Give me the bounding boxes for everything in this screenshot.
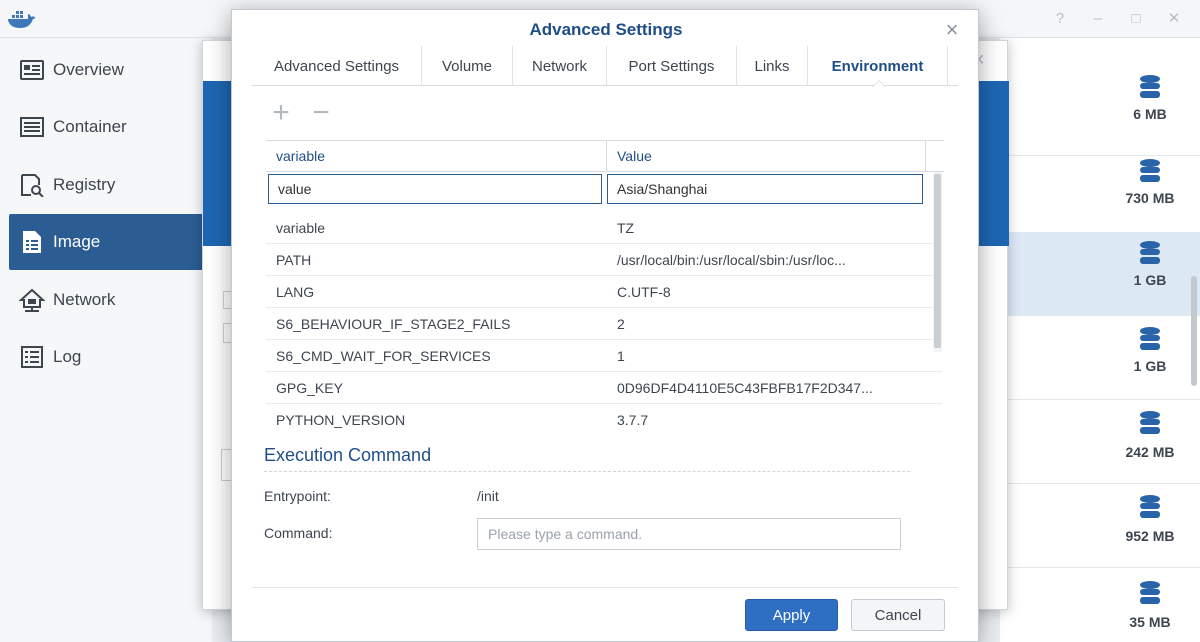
- network-icon: [19, 288, 45, 312]
- sidebar-item-label: Registry: [53, 175, 116, 194]
- cancel-button[interactable]: Cancel: [851, 599, 945, 631]
- image-size: 1 GB: [1133, 358, 1167, 374]
- sidebar-item-label: Container: [53, 117, 127, 136]
- variable-cell: PATH: [276, 252, 312, 268]
- list-item[interactable]: 35 MB: [1000, 568, 1200, 642]
- log-icon: [19, 345, 45, 369]
- list-item[interactable]: 1 GB: [1000, 316, 1200, 400]
- variable-input[interactable]: [268, 174, 602, 204]
- tab-port-settings[interactable]: Port Settings: [607, 46, 737, 86]
- grid-scrollbar[interactable]: [933, 172, 942, 352]
- variable-cell: S6_CMD_WAIT_FOR_SERVICES: [276, 348, 491, 364]
- execution-command-heading: Execution Command: [264, 445, 432, 465]
- database-icon: [1137, 158, 1163, 186]
- table-row[interactable]: LANG C.UTF-8: [266, 276, 942, 308]
- sidebar-item-label: Network: [53, 290, 116, 309]
- sidebar-item-label: Image: [53, 232, 101, 251]
- command-label: Command:: [264, 525, 333, 541]
- remove-icon[interactable]: −: [306, 98, 336, 128]
- sidebar-item-label: Log: [53, 347, 82, 366]
- sidebar-item-network[interactable]: Network: [9, 272, 212, 328]
- table-row[interactable]: GPG_KEY 0D96DF4D4110E5C43FBFB17F2D347...: [266, 372, 942, 404]
- database-icon: [1137, 494, 1163, 522]
- variable-cell: LANG: [276, 284, 315, 300]
- maximize-icon[interactable]: □: [1124, 8, 1148, 28]
- column-header-value[interactable]: Value: [606, 141, 926, 171]
- tab-links[interactable]: Links: [737, 46, 808, 86]
- value-cell: 2: [617, 316, 625, 332]
- database-icon: [1137, 580, 1163, 608]
- image-list: 6 MB 730 MB 1 GB 1 GB 242 MB 952 MB 35 M…: [1000, 38, 1200, 642]
- image-size: 730 MB: [1125, 190, 1175, 206]
- variable-cell: GPG_KEY: [276, 380, 343, 396]
- database-icon: [1137, 240, 1163, 268]
- active-tab-indicator: [872, 80, 886, 87]
- table-row[interactable]: S6_CMD_WAIT_FOR_SERVICES 1: [266, 340, 942, 372]
- database-icon: [1137, 326, 1163, 354]
- value-cell: 1: [617, 348, 625, 364]
- image-size: 6 MB: [1133, 106, 1167, 122]
- help-icon[interactable]: ?: [1048, 8, 1072, 28]
- list-item[interactable]: 6 MB: [1000, 72, 1200, 156]
- tab-network[interactable]: Network: [513, 46, 607, 86]
- section-divider: [264, 471, 910, 472]
- environment-grid: variable Value variable TZ PATH /usr/loc…: [266, 140, 944, 428]
- list-item[interactable]: 952 MB: [1000, 484, 1200, 568]
- table-row[interactable]: PYTHON_VERSION 3.7.7: [266, 404, 942, 428]
- list-item[interactable]: 730 MB: [1000, 156, 1200, 240]
- database-icon: [1137, 410, 1163, 438]
- advanced-settings-dialog: Advanced Settings × Advanced Settings Vo…: [231, 9, 979, 642]
- scrollbar-thumb[interactable]: [934, 174, 941, 348]
- apply-button[interactable]: Apply: [745, 599, 838, 631]
- command-input[interactable]: [477, 518, 901, 550]
- container-icon: [19, 115, 45, 139]
- table-row[interactable]: PATH /usr/local/bin:/usr/local/sbin:/usr…: [266, 244, 942, 276]
- sidebar-item-registry[interactable]: Registry: [9, 157, 212, 213]
- value-input[interactable]: [607, 174, 923, 204]
- tab-advanced-settings[interactable]: Advanced Settings: [252, 46, 422, 86]
- minimize-icon[interactable]: –: [1086, 8, 1110, 28]
- value-cell: /usr/local/bin:/usr/local/sbin:/usr/loc.…: [617, 252, 846, 268]
- sidebar-item-overview[interactable]: Overview: [9, 42, 212, 98]
- window-close-icon[interactable]: ✕: [1162, 8, 1186, 28]
- list-item[interactable]: 1 GB: [1000, 232, 1200, 316]
- grid-header: variable Value: [266, 140, 944, 172]
- image-size: 242 MB: [1125, 444, 1175, 460]
- table-row[interactable]: variable TZ: [266, 212, 942, 244]
- table-row[interactable]: S6_BEHAVIOUR_IF_STAGE2_FAILS 2: [266, 308, 942, 340]
- image-icon: [19, 230, 45, 254]
- image-size: 952 MB: [1125, 528, 1175, 544]
- image-size: 1 GB: [1133, 272, 1167, 288]
- docker-logo-icon: [6, 8, 36, 30]
- sidebar-item-container[interactable]: Container: [9, 99, 212, 155]
- list-scrollbar[interactable]: [1191, 276, 1197, 386]
- variable-cell: PYTHON_VERSION: [276, 412, 406, 428]
- variable-cell: variable: [276, 220, 326, 236]
- close-icon[interactable]: ×: [940, 17, 964, 42]
- tab-bar: Advanced Settings Volume Network Port Se…: [252, 46, 958, 86]
- value-cell: 3.7.7: [617, 412, 649, 428]
- entrypoint-label: Entrypoint:: [264, 488, 331, 504]
- sidebar-item-image[interactable]: Image: [9, 214, 212, 270]
- variable-cell: S6_BEHAVIOUR_IF_STAGE2_FAILS: [276, 316, 511, 332]
- overview-icon: [19, 58, 45, 82]
- sidebar: Overview Container Registry Image Networ…: [0, 38, 212, 642]
- value-cell: TZ: [617, 220, 635, 236]
- column-header-variable[interactable]: variable: [266, 141, 606, 171]
- add-icon[interactable]: +: [266, 98, 296, 128]
- table-row[interactable]: [266, 172, 942, 204]
- registry-icon: [19, 173, 45, 197]
- value-cell: 0D96DF4D4110E5C43FBFB17F2D347...: [617, 380, 873, 396]
- sidebar-item-log[interactable]: Log: [9, 329, 212, 385]
- footer-divider: [252, 587, 958, 588]
- sidebar-item-label: Overview: [53, 60, 124, 79]
- entrypoint-value: /init: [477, 488, 499, 504]
- database-icon: [1137, 74, 1163, 102]
- list-item[interactable]: 242 MB: [1000, 400, 1200, 484]
- tab-volume[interactable]: Volume: [422, 46, 513, 86]
- image-size: 35 MB: [1129, 614, 1171, 630]
- value-cell: C.UTF-8: [617, 284, 671, 300]
- dialog-title: Advanced Settings: [529, 20, 683, 39]
